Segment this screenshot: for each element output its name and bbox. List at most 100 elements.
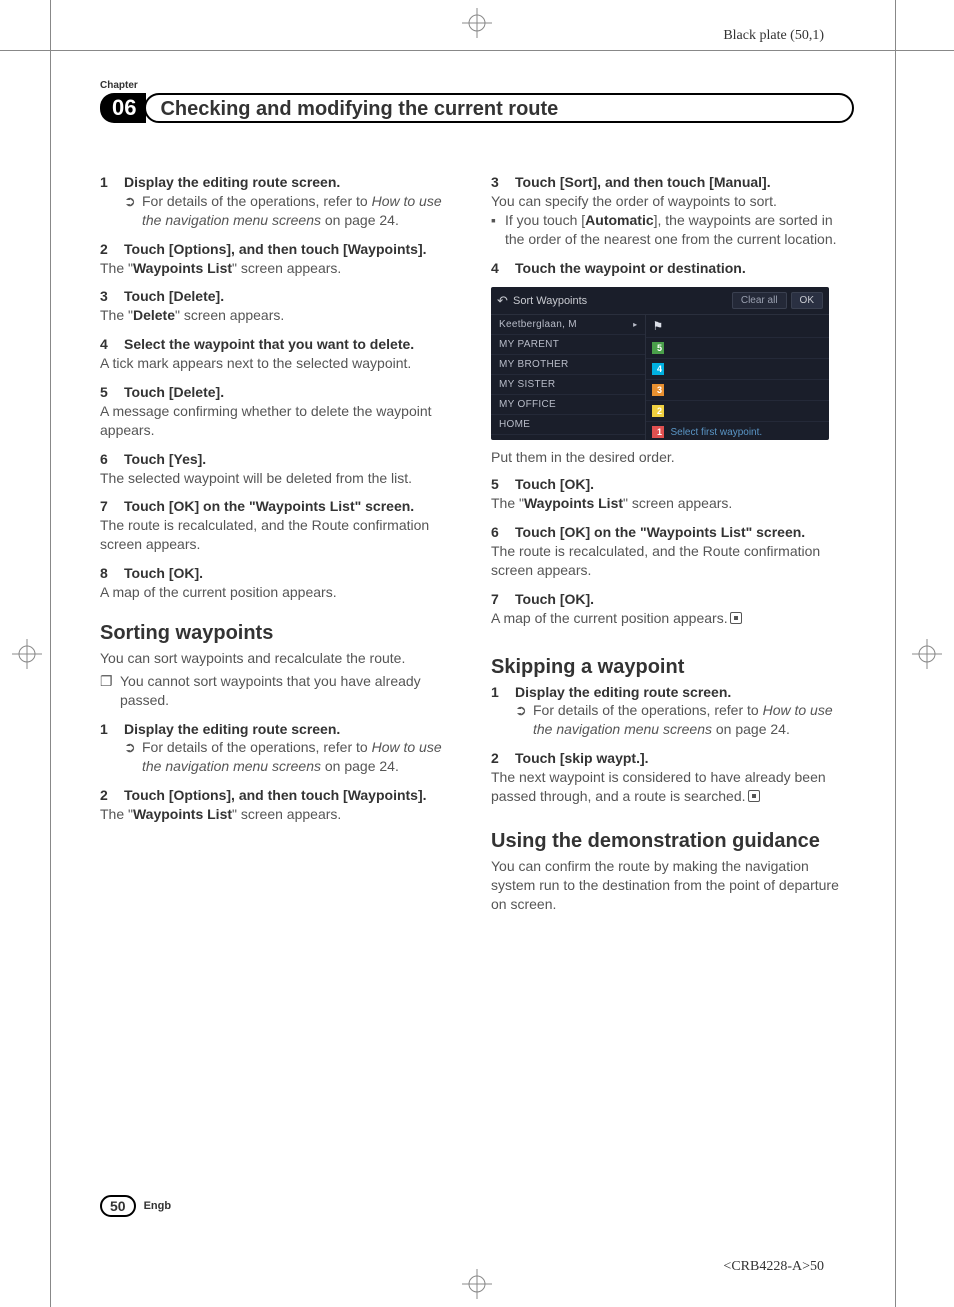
bullet-text: If you touch [Automatic], the waypoints … bbox=[505, 211, 854, 249]
step-title: Touch [OK]. bbox=[515, 476, 594, 492]
dest-slot[interactable]: 1 Select first waypoint. bbox=[646, 422, 829, 440]
slot-badge-2: 2 bbox=[652, 405, 664, 417]
step-num: 2 bbox=[100, 240, 124, 259]
section-end-icon bbox=[730, 612, 742, 624]
step-body: The "Delete" screen appears. bbox=[100, 306, 463, 325]
flag-icon: ⚑ bbox=[652, 319, 663, 333]
note-text: You cannot sort waypoints that you have … bbox=[120, 672, 463, 710]
hint-text: Select first waypoint. bbox=[670, 427, 762, 438]
step-body: The "Waypoints List" screen appears. bbox=[100, 259, 463, 278]
list-item[interactable]: MY PARENT bbox=[491, 335, 645, 355]
section-end-icon bbox=[748, 790, 760, 802]
step-body: The route is recalculated, and the Route… bbox=[100, 516, 463, 554]
step-body: A map of the current position appears. bbox=[491, 609, 854, 628]
crop-mark-left bbox=[12, 639, 42, 669]
column-right: 3Touch [Sort], and then touch [Manual]. … bbox=[491, 173, 854, 918]
step-num: 7 bbox=[491, 590, 515, 609]
back-icon[interactable]: ↶ bbox=[497, 293, 513, 309]
margin-line-top bbox=[0, 50, 954, 51]
crop-mark-top bbox=[462, 8, 492, 38]
dest-slot[interactable]: 3 bbox=[646, 380, 829, 401]
crb-label: <CRB4228-A>50 bbox=[723, 1259, 824, 1275]
chapter-title: Checking and modifying the current route bbox=[144, 93, 854, 123]
step-note: For details of the operations, refer to … bbox=[142, 192, 463, 230]
step-num: 1 bbox=[100, 173, 124, 192]
step-title: Touch [OK] on the "Waypoints List" scree… bbox=[515, 524, 805, 540]
step-num: 8 bbox=[100, 564, 124, 583]
step-title: Select the waypoint that you want to del… bbox=[124, 336, 414, 352]
step-num: 4 bbox=[491, 259, 515, 278]
step-body: A map of the current position appears. bbox=[100, 583, 463, 602]
page-number-badge: 50 bbox=[100, 1195, 136, 1217]
slot-badge-5: 5 bbox=[652, 342, 664, 354]
step-title: Touch [OK]. bbox=[124, 565, 203, 581]
step-body: The "Waypoints List" screen appears. bbox=[100, 805, 463, 824]
step-title: Display the editing route screen. bbox=[124, 721, 340, 737]
step-title: Touch [Yes]. bbox=[124, 451, 206, 467]
step-title: Display the editing route screen. bbox=[515, 684, 731, 700]
section-intro: You can confirm the route by making the … bbox=[491, 857, 854, 914]
crop-mark-bottom bbox=[462, 1269, 492, 1299]
slot-badge-1: 1 bbox=[652, 426, 664, 438]
screenshot-title: Sort Waypoints bbox=[513, 295, 728, 307]
step-title: Display the editing route screen. bbox=[124, 174, 340, 190]
slot-badge-3: 3 bbox=[652, 384, 664, 396]
engb-label: Engb bbox=[144, 1200, 172, 1212]
step-num: 7 bbox=[100, 497, 124, 516]
heading-demonstration-guidance: Using the demonstration guidance bbox=[491, 830, 854, 853]
step-title: Touch [skip waypt.]. bbox=[515, 750, 649, 766]
cross-ref-icon: ➲ bbox=[124, 192, 142, 230]
step-num: 6 bbox=[491, 523, 515, 542]
black-plate-label: Black plate (50,1) bbox=[723, 28, 824, 44]
step-title: Touch [Sort], and then touch [Manual]. bbox=[515, 174, 771, 190]
step-body: A tick mark appears next to the selected… bbox=[100, 354, 463, 373]
step-num: 3 bbox=[100, 287, 124, 306]
step-body: The route is recalculated, and the Route… bbox=[491, 542, 854, 580]
list-item[interactable]: MY OFFICE bbox=[491, 395, 645, 415]
note-icon: ❐ bbox=[100, 672, 120, 710]
margin-line-right bbox=[895, 0, 896, 1307]
crop-mark-right bbox=[912, 639, 942, 669]
step-note: For details of the operations, refer to … bbox=[142, 738, 463, 776]
step-title: Touch [Options], and then touch [Waypoin… bbox=[124, 787, 427, 803]
step-body: The next waypoint is considered to have … bbox=[491, 768, 854, 806]
step-num: 2 bbox=[100, 786, 124, 805]
cross-ref-icon: ➲ bbox=[124, 738, 142, 776]
heading-sorting-waypoints: Sorting waypoints bbox=[100, 622, 463, 645]
step-body: The selected waypoint will be deleted fr… bbox=[100, 469, 463, 488]
bullet-icon: ▪ bbox=[491, 211, 505, 249]
list-item[interactable]: MY SISTER bbox=[491, 375, 645, 395]
step-title: Touch [OK]. bbox=[515, 591, 594, 607]
slot-badge-4: 4 bbox=[652, 363, 664, 375]
list-item[interactable]: HOME bbox=[491, 415, 645, 435]
step-note: For details of the operations, refer to … bbox=[533, 701, 854, 739]
step-num: 6 bbox=[100, 450, 124, 469]
step-num: 4 bbox=[100, 335, 124, 354]
step-title: Touch [Delete]. bbox=[124, 288, 224, 304]
dest-flag-row[interactable]: ⚑ bbox=[646, 315, 829, 338]
step-num: 1 bbox=[100, 720, 124, 739]
step-body: You can specify the order of waypoints t… bbox=[491, 192, 854, 211]
ok-button[interactable]: OK bbox=[791, 292, 823, 309]
chapter-number-badge: 06 bbox=[100, 93, 146, 123]
list-item[interactable]: MY BROTHER bbox=[491, 355, 645, 375]
list-item[interactable]: Keetberglaan, M▸ bbox=[491, 315, 645, 335]
step-num: 5 bbox=[491, 475, 515, 494]
dest-slot[interactable]: 5 bbox=[646, 338, 829, 359]
screenshot-sort-waypoints: ↶ Sort Waypoints Clear all OK Keetbergla… bbox=[491, 287, 829, 440]
step-title: Touch [Options], and then touch [Waypoin… bbox=[124, 241, 427, 257]
step-body: A message confirming whether to delete t… bbox=[100, 402, 463, 440]
margin-line-left bbox=[50, 0, 51, 1307]
step-title: Touch the waypoint or destination. bbox=[515, 260, 746, 276]
dest-slot[interactable]: 2 bbox=[646, 401, 829, 422]
heading-skipping-waypoint: Skipping a waypoint bbox=[491, 656, 854, 679]
section-intro: You can sort waypoints and recalculate t… bbox=[100, 649, 463, 668]
step-body: The "Waypoints List" screen appears. bbox=[491, 494, 854, 513]
step-num: 1 bbox=[491, 683, 515, 702]
clear-all-button[interactable]: Clear all bbox=[732, 292, 787, 309]
step-num: 5 bbox=[100, 383, 124, 402]
cross-ref-icon: ➲ bbox=[515, 701, 533, 739]
step-title: Touch [Delete]. bbox=[124, 384, 224, 400]
dest-slot[interactable]: 4 bbox=[646, 359, 829, 380]
step-title: Touch [OK] on the "Waypoints List" scree… bbox=[124, 498, 414, 514]
